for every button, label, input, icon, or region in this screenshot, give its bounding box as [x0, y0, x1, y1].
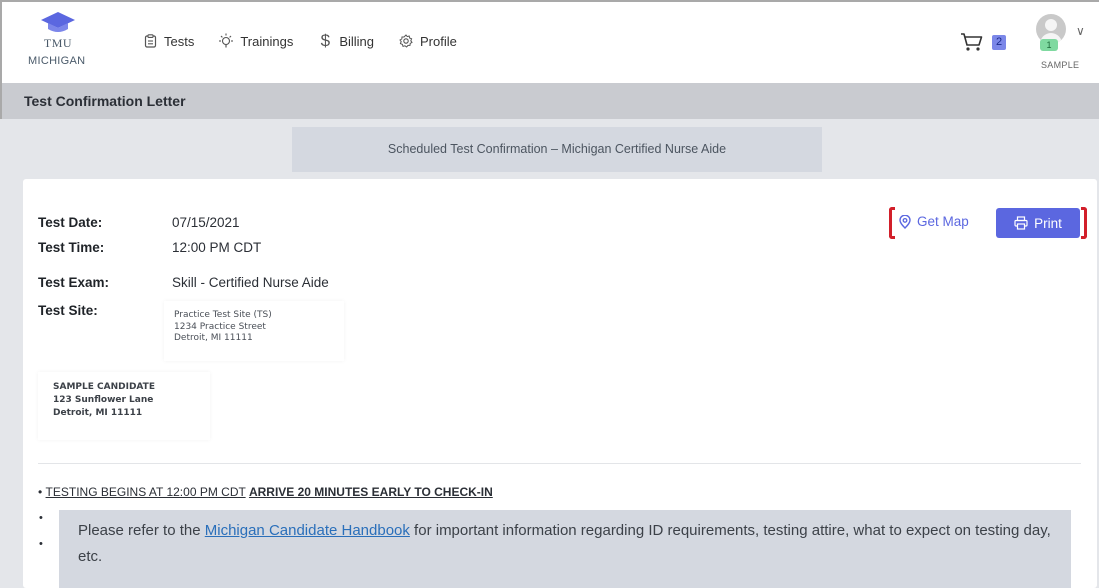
test-site-address: Practice Test Site (TS) 1234 Practice St… — [164, 301, 344, 361]
test-date-row: Test Date: 07/15/2021 — [38, 215, 240, 230]
test-time-value: 12:00 PM CDT — [172, 240, 262, 255]
print-label: Print — [1034, 215, 1062, 231]
test-time-row: Test Time: 12:00 PM CDT — [38, 240, 261, 255]
account-menu[interactable]: 1 ∨ SAMPLE — [1032, 14, 1092, 76]
arrive-early-text: ARRIVE 20 MINUTES EARLY TO CHECK-IN — [248, 485, 493, 499]
gear-icon — [398, 33, 414, 49]
top-navigation-bar: TMU MICHIGAN Tests Trainings $ Billing P… — [0, 0, 1099, 83]
account-name: SAMPLE — [1041, 60, 1080, 70]
nav-billing-label: Billing — [339, 33, 375, 49]
dollar-icon: $ — [320, 31, 331, 50]
candidate-handbook-link[interactable]: Michigan Candidate Handbook — [205, 522, 410, 539]
site-city: Detroit, MI 11111 — [174, 333, 253, 343]
nav-tests[interactable]: Tests — [142, 33, 194, 49]
cart-icon — [961, 33, 983, 51]
nav-tests-label: Tests — [164, 33, 195, 49]
nav-profile-label: Profile — [420, 33, 457, 49]
bullet-icon: • — [39, 538, 43, 550]
lightbulb-icon — [218, 33, 234, 49]
letter-actions: Get Map Print — [885, 205, 1091, 245]
notice-text-before: Please refer to the — [78, 522, 205, 539]
test-date-label: Test Date: — [38, 215, 103, 230]
brand-name: TMU — [43, 36, 73, 50]
test-time-label: Test Time: — [38, 240, 105, 255]
highlight-bracket-left — [889, 207, 895, 239]
clipboard-icon — [142, 33, 158, 49]
chevron-down-icon: ∨ — [1076, 24, 1085, 38]
testing-begins-item: • TESTING BEGINS AT 12:00 PM CDT ARRIVE … — [38, 485, 493, 499]
nav-trainings-label: Trainings — [240, 33, 294, 49]
section-divider — [38, 463, 1081, 464]
test-exam-value: Skill - Certified Nurse Aide — [172, 275, 329, 290]
nav-profile[interactable]: Profile — [398, 33, 457, 49]
candidate-city: Detroit, MI 11111 — [53, 408, 143, 418]
testing-begins-text: TESTING BEGINS AT 12:00 PM CDT — [45, 485, 246, 499]
test-exam-row: Test Exam: Skill - Certified Nurse Aide — [38, 275, 329, 290]
cart-button[interactable]: 2 — [960, 32, 1007, 52]
candidate-name: SAMPLE CANDIDATE — [53, 382, 155, 392]
get-map-label: Get Map — [917, 214, 969, 229]
nav-trainings[interactable]: Trainings — [218, 33, 293, 49]
candidate-address: SAMPLE CANDIDATE 123 Sunflower Lane Detr… — [38, 372, 210, 440]
candidate-street: 123 Sunflower Lane — [53, 395, 154, 405]
page-title: Test Confirmation Letter — [0, 83, 1099, 119]
brand-state: MICHIGAN — [28, 55, 86, 67]
print-button[interactable]: Print — [996, 208, 1080, 238]
main-nav: Tests Trainings $ Billing Profile — [142, 31, 457, 50]
site-name: Practice Test Site (TS) — [174, 310, 272, 320]
brand-logo[interactable]: TMU MICHIGAN — [26, 12, 90, 67]
test-date-value: 07/15/2021 — [172, 215, 240, 230]
highlight-bracket-right — [1081, 207, 1087, 239]
site-street: 1234 Practice Street — [174, 321, 266, 332]
cart-count-badge: 2 — [992, 34, 1007, 50]
notification-badge: 1 — [1040, 39, 1058, 51]
test-exam-label: Test Exam: — [38, 275, 110, 290]
bullet-icon: • — [38, 485, 46, 499]
nav-billing[interactable]: $ Billing — [317, 31, 375, 50]
graduation-cap-icon — [41, 12, 75, 32]
map-pin-icon — [899, 214, 911, 229]
confirmation-banner: Scheduled Test Confirmation – Michigan C… — [292, 127, 822, 172]
confirmation-letter-card: Test Date: 07/15/2021 Test Time: 12:00 P… — [23, 179, 1097, 588]
handbook-notice: Please refer to the Michigan Candidate H… — [59, 510, 1071, 588]
printer-icon — [1014, 216, 1028, 230]
get-map-link[interactable]: Get Map — [899, 214, 969, 229]
bullet-icon: • — [39, 512, 43, 524]
test-site-row: Test Site: — [38, 303, 172, 318]
test-site-label: Test Site: — [38, 303, 98, 318]
